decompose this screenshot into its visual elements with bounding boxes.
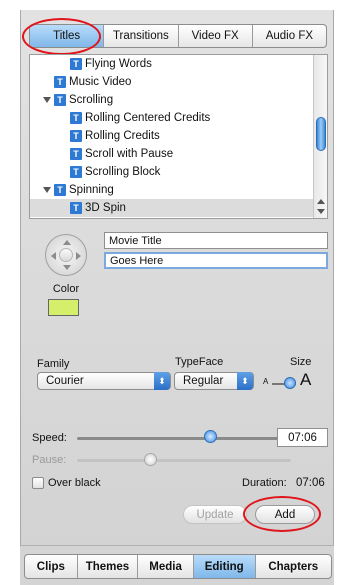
tab-chapters[interactable]: Chapters xyxy=(254,555,332,578)
list-item-rolling-credits[interactable]: T Rolling Credits xyxy=(30,127,327,145)
size-large-icon: A xyxy=(300,370,312,389)
title-icon: T xyxy=(70,202,82,214)
title-line-2-input[interactable] xyxy=(104,252,328,269)
list-item-label: Scrolling xyxy=(69,94,114,106)
highlight-circle-add xyxy=(243,496,321,532)
over-black-checkbox[interactable] xyxy=(32,477,44,489)
arrow-left-icon[interactable] xyxy=(51,252,56,260)
list-item-label: Flying Words xyxy=(85,58,152,70)
list-scrollbar[interactable] xyxy=(313,55,327,218)
over-black-label: Over black xyxy=(48,477,101,489)
title-icon: T xyxy=(70,112,82,124)
size-label: Size xyxy=(290,356,312,368)
arrow-right-icon[interactable] xyxy=(76,252,81,260)
list-item-spinning[interactable]: T Spinning xyxy=(30,181,327,199)
pause-label: Pause: xyxy=(32,454,67,466)
title-icon: T xyxy=(70,58,82,70)
list-item-scroll-with-pause[interactable]: T Scroll with Pause xyxy=(30,145,327,163)
speed-slider-track[interactable] xyxy=(77,437,291,440)
speed-label: Speed: xyxy=(32,432,67,444)
title-icon: T xyxy=(70,148,82,160)
title-icon: T xyxy=(70,130,82,142)
scrollbar-thumb[interactable] xyxy=(316,117,326,151)
speed-slider-knob[interactable] xyxy=(204,430,217,443)
duration-value: 07:06 xyxy=(296,477,325,489)
list-item-flying-words[interactable]: T Flying Words xyxy=(30,55,327,73)
bottom-tab-bar: Clips Themes Media Editing Chapters xyxy=(24,554,332,579)
select-arrows-icon: ⬍ xyxy=(237,372,253,390)
title-list[interactable]: T Flying Words T Music Video T Scrolling… xyxy=(29,54,328,219)
disclosure-triangle-icon[interactable] xyxy=(43,97,51,103)
direction-center[interactable] xyxy=(59,248,73,262)
family-select[interactable]: Courier ⬍ xyxy=(37,372,171,390)
list-item-rolling-centered-credits[interactable]: T Rolling Centered Credits xyxy=(30,109,327,127)
list-item-label: Rolling Centered Credits xyxy=(85,112,211,124)
list-item-label: Spinning xyxy=(69,184,114,196)
list-item-label: 3D Spin xyxy=(85,202,126,214)
size-slider-knob[interactable] xyxy=(284,377,296,389)
title-line-1-input[interactable] xyxy=(104,232,328,249)
tab-video-fx[interactable]: Video FX xyxy=(177,25,252,47)
scroll-up-arrow-icon[interactable] xyxy=(317,199,325,204)
family-select-value: Courier xyxy=(46,375,84,387)
size-small-icon: A xyxy=(263,377,269,386)
title-icon: T xyxy=(54,94,66,106)
list-item-label: Music Video xyxy=(69,76,132,88)
color-label: Color xyxy=(52,283,80,295)
list-item-label: Scrolling Block xyxy=(85,166,161,178)
highlight-circle-titles xyxy=(22,18,101,55)
list-item-label: Rolling Credits xyxy=(85,130,160,142)
select-arrows-icon: ⬍ xyxy=(154,372,170,390)
tab-clips[interactable]: Clips xyxy=(25,555,77,578)
title-icon: T xyxy=(70,166,82,178)
speed-value-field[interactable]: 07:06 xyxy=(277,428,328,447)
pause-slider-knob xyxy=(144,453,157,466)
title-icon: T xyxy=(54,184,66,196)
arrow-down-icon[interactable] xyxy=(63,265,71,270)
list-item-scrolling[interactable]: T Scrolling xyxy=(30,91,327,109)
duration-label: Duration: xyxy=(242,477,287,489)
tab-transitions[interactable]: Transitions xyxy=(103,25,177,47)
list-item-3d-spin[interactable]: T 3D Spin xyxy=(30,199,327,217)
pause-slider-track xyxy=(77,459,291,462)
family-label: Family xyxy=(37,358,70,370)
list-item-scrolling-block[interactable]: T Scrolling Block xyxy=(30,163,327,181)
arrow-up-icon[interactable] xyxy=(63,240,71,245)
typeface-label: TypeFace xyxy=(175,356,224,368)
scroll-down-arrow-icon[interactable] xyxy=(317,209,325,214)
typeface-select-value: Regular xyxy=(183,375,224,387)
title-icon: T xyxy=(54,76,66,88)
disclosure-triangle-icon[interactable] xyxy=(43,187,51,193)
tab-audio-fx[interactable]: Audio FX xyxy=(251,25,326,47)
direction-control[interactable] xyxy=(45,234,87,276)
update-button[interactable]: Update xyxy=(183,505,247,524)
typeface-select[interactable]: Regular ⬍ xyxy=(174,372,254,390)
tab-themes[interactable]: Themes xyxy=(76,555,138,578)
color-swatch[interactable] xyxy=(48,299,79,316)
tab-media[interactable]: Media xyxy=(137,555,193,578)
list-item-music-video[interactable]: T Music Video xyxy=(30,73,327,91)
tab-editing[interactable]: Editing xyxy=(192,555,255,578)
list-item-label: Scroll with Pause xyxy=(85,148,174,160)
